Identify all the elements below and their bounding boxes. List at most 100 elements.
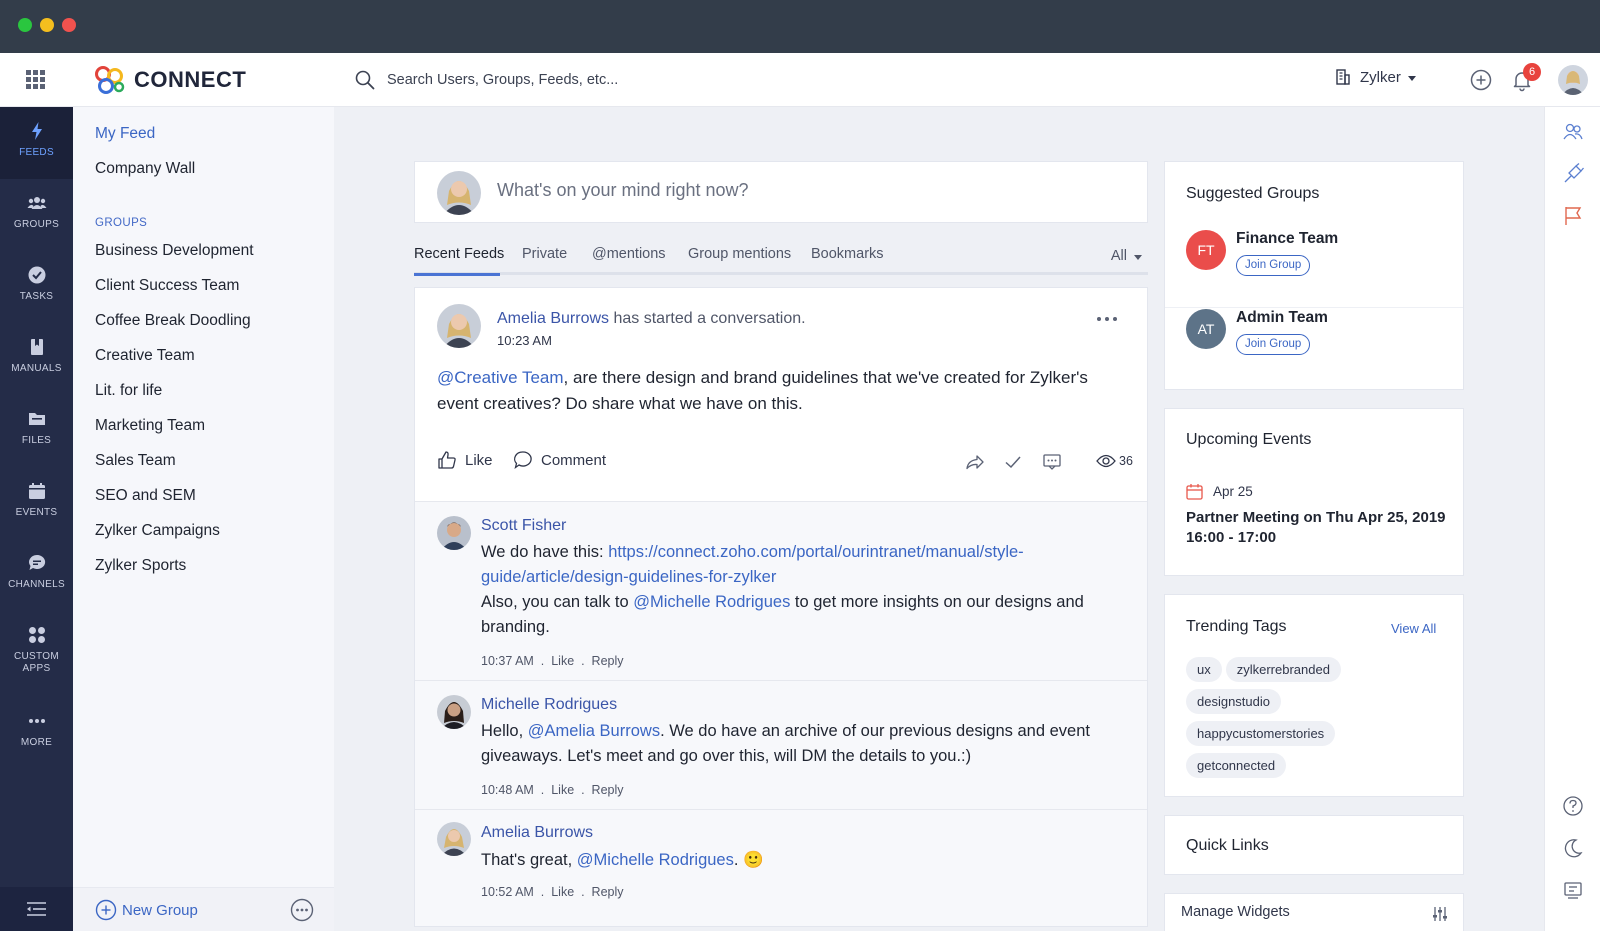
- flag-icon[interactable]: [1562, 205, 1584, 227]
- nav-more[interactable]: MORE: [0, 697, 73, 769]
- comment-author-avatar[interactable]: [437, 695, 471, 729]
- help-icon[interactable]: [1562, 795, 1584, 817]
- comment-like-link[interactable]: Like: [551, 654, 574, 668]
- window-maximize-button[interactable]: [18, 18, 32, 32]
- comment-author-link[interactable]: Michelle Rodrigues: [481, 696, 617, 713]
- chevron-down-icon: [1134, 254, 1142, 260]
- sidebar-item-my-feed[interactable]: My Feed: [95, 125, 155, 143]
- search-icon[interactable]: [355, 70, 375, 90]
- sidebar-group-item[interactable]: SEO and SEM: [95, 487, 196, 505]
- join-group-button[interactable]: Join Group: [1236, 255, 1311, 276]
- manage-widgets-bar[interactable]: Manage Widgets: [1164, 893, 1464, 931]
- panel-toggle-icon[interactable]: [1562, 879, 1584, 901]
- nav-tasks[interactable]: TASKS: [0, 251, 73, 323]
- people-icon[interactable]: [1562, 121, 1584, 143]
- search-bar: [355, 65, 955, 95]
- nav-custom-apps[interactable]: CUSTOM APPS: [0, 611, 73, 693]
- app-grid-icon[interactable]: [26, 70, 46, 90]
- checkmark-icon[interactable]: [1003, 452, 1023, 472]
- collapse-nav-button[interactable]: [0, 887, 73, 931]
- tab-mentions[interactable]: @mentions: [592, 246, 666, 262]
- new-group-label: New Group: [122, 901, 198, 919]
- comment-text-part: Hello,: [481, 722, 528, 740]
- sidebar-item-company-wall[interactable]: Company Wall: [95, 160, 195, 178]
- post-mention[interactable]: @Creative Team: [437, 368, 564, 387]
- share-icon[interactable]: [965, 452, 985, 472]
- comment-reply-link[interactable]: Reply: [592, 783, 624, 797]
- sidebar-group-item[interactable]: Creative Team: [95, 347, 195, 365]
- comment-author-avatar[interactable]: [437, 516, 471, 550]
- sidebar-group-item[interactable]: Lit. for life: [95, 382, 162, 400]
- tab-private[interactable]: Private: [522, 246, 567, 262]
- separator: .: [581, 654, 585, 668]
- user-avatar[interactable]: [1558, 65, 1588, 95]
- nav-label: CHANNELS: [8, 579, 65, 590]
- sidebar-group-item[interactable]: Coffee Break Doodling: [95, 312, 251, 330]
- more-dots-icon[interactable]: [1095, 314, 1119, 324]
- app-logo[interactable]: CONNECT: [93, 63, 246, 97]
- event-title[interactable]: Partner Meeting on Thu Apr 25, 2019 16:0…: [1186, 508, 1446, 548]
- org-name: Zylker: [1360, 68, 1401, 86]
- group-name[interactable]: Admin Team: [1236, 309, 1328, 327]
- nav-groups[interactable]: GROUPS: [0, 179, 73, 251]
- nav-manuals[interactable]: MANUALS: [0, 323, 73, 395]
- sidebar-group-item[interactable]: Zylker Campaigns: [95, 522, 220, 540]
- quick-links-widget[interactable]: Quick Links: [1164, 815, 1464, 875]
- nav-events[interactable]: EVENTS: [0, 467, 73, 539]
- comment-button[interactable]: Comment: [513, 450, 606, 470]
- comment-author-link[interactable]: Scott Fisher: [481, 517, 566, 534]
- comment-like-link[interactable]: Like: [551, 783, 574, 797]
- add-button[interactable]: [1468, 67, 1494, 93]
- sidebar-group-item[interactable]: Client Success Team: [95, 277, 239, 295]
- tag-chip[interactable]: designstudio: [1186, 689, 1281, 714]
- comment-mention[interactable]: @Amelia Burrows: [528, 722, 660, 740]
- tab-bookmarks[interactable]: Bookmarks: [811, 246, 884, 262]
- message-icon[interactable]: [1042, 452, 1062, 472]
- comment-item: Scott Fisher We do have this: https://co…: [415, 501, 1147, 680]
- sidebar-group-item[interactable]: Marketing Team: [95, 417, 205, 435]
- group-name[interactable]: Finance Team: [1236, 230, 1338, 248]
- sidebar-group-item[interactable]: Business Development: [95, 242, 254, 260]
- composer-input[interactable]: [497, 180, 1117, 201]
- nav-feeds[interactable]: FEEDS: [0, 107, 73, 179]
- comment-reply-link[interactable]: Reply: [592, 885, 624, 899]
- search-input[interactable]: [387, 72, 887, 88]
- post-author-name[interactable]: Amelia Burrows: [497, 310, 609, 327]
- org-switcher[interactable]: Zylker: [1334, 68, 1416, 86]
- new-group-button[interactable]: New Group: [95, 899, 198, 921]
- comment-reply-link[interactable]: Reply: [592, 654, 624, 668]
- tag-chip[interactable]: getconnected: [1186, 753, 1287, 778]
- like-button[interactable]: Like: [437, 450, 493, 470]
- plug-icon[interactable]: [1562, 163, 1584, 185]
- comment-mention[interactable]: @Michelle Rodrigues: [577, 851, 734, 869]
- window-close-button[interactable]: [62, 18, 76, 32]
- nav-label: TASKS: [19, 291, 54, 302]
- join-group-button[interactable]: Join Group: [1236, 334, 1311, 355]
- app-name: CONNECT: [134, 67, 247, 92]
- view-all-link[interactable]: View All: [1391, 621, 1436, 636]
- widget-title: Quick Links: [1186, 837, 1269, 854]
- tab-group-mentions[interactable]: Group mentions: [688, 246, 791, 262]
- comment-item: Michelle Rodrigues Hello, @Amelia Burrow…: [415, 680, 1147, 809]
- post-author-avatar[interactable]: [437, 304, 481, 348]
- feed-filter-dropdown[interactable]: All: [1111, 248, 1142, 264]
- comment-timestamp: 10:37 AM: [481, 654, 534, 668]
- sidebar-group-item[interactable]: Sales Team: [95, 452, 176, 470]
- notifications-button[interactable]: 6: [1509, 63, 1541, 93]
- comment-like-link[interactable]: Like: [551, 885, 574, 899]
- more-options-icon[interactable]: [290, 898, 314, 922]
- comment-author-avatar[interactable]: [437, 822, 471, 856]
- window-minimize-button[interactable]: [40, 18, 54, 32]
- tab-recent-feeds[interactable]: Recent Feeds: [414, 246, 504, 262]
- sliders-icon[interactable]: [1431, 905, 1449, 923]
- comment-author-link[interactable]: Amelia Burrows: [481, 824, 593, 841]
- sidebar-group-item[interactable]: Zylker Sports: [95, 557, 186, 575]
- tag-chip[interactable]: ux: [1186, 657, 1222, 682]
- moon-icon[interactable]: [1562, 837, 1584, 859]
- tag-chip[interactable]: zylkerrebranded: [1225, 657, 1341, 682]
- nav-channels[interactable]: CHANNELS: [0, 539, 73, 611]
- nav-files[interactable]: FILES: [0, 395, 73, 467]
- comment-mention[interactable]: @Michelle Rodrigues: [633, 593, 790, 611]
- tag-chip[interactable]: happycustomerstories: [1186, 721, 1336, 746]
- nav-label: MORE: [20, 737, 53, 748]
